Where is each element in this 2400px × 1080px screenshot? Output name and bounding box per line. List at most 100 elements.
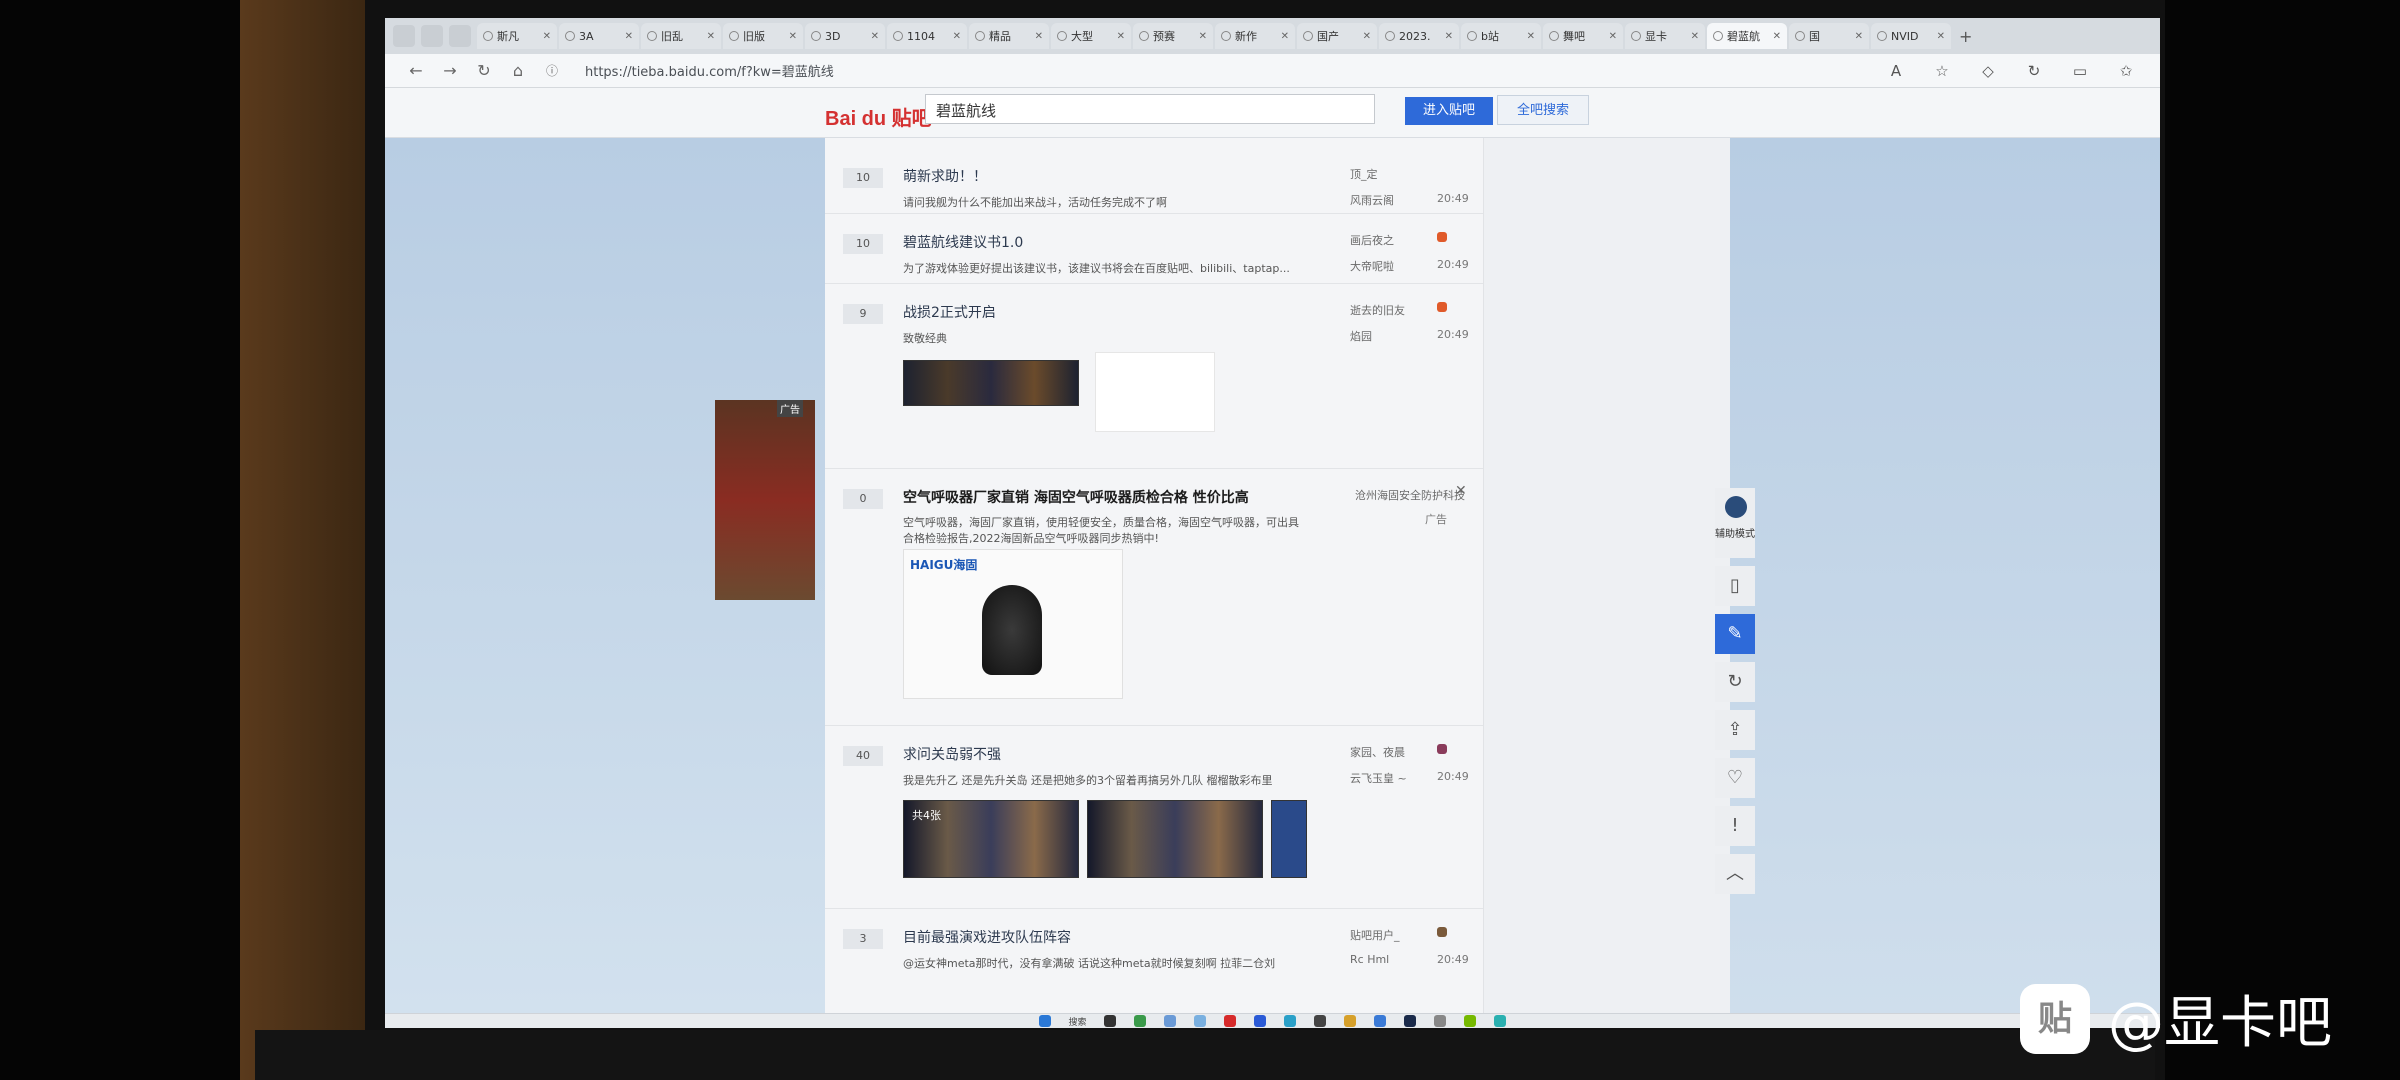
ad-title[interactable]: 空气呼吸器厂家直销 海固空气呼吸器质检合格 性价比高 <box>903 487 1249 507</box>
forward-icon[interactable]: → <box>439 60 461 82</box>
browser-tab[interactable]: 显卡 ✕ <box>1625 23 1705 49</box>
refresh-icon[interactable]: ↻ <box>1715 662 1755 702</box>
thread-title[interactable]: 碧蓝航线建议书1.0 <box>903 232 1023 252</box>
browser-tab[interactable]: 1104 ✕ <box>887 23 967 49</box>
browser-tab[interactable]: 斯凡 ✕ <box>477 23 557 49</box>
start-icon[interactable] <box>1039 1015 1052 1027</box>
favorites-bar-icon[interactable]: ✩ <box>2114 62 2138 80</box>
new-tab-icon[interactable]: + <box>1959 27 1972 46</box>
browser-tab[interactable]: 国 ✕ <box>1789 23 1869 49</box>
refresh-page-icon[interactable]: ↻ <box>2022 62 2046 80</box>
thread-row[interactable]: 10 碧蓝航线建议书1.0 为了游戏体验更好提出该建议书，该建议书将会在百度贴吧… <box>825 214 1483 284</box>
settings-icon[interactable] <box>1433 1015 1446 1027</box>
ad-banner[interactable] <box>715 400 815 600</box>
browser-tab[interactable]: 新作 ✕ <box>1215 23 1295 49</box>
last-reply-user[interactable]: Rc Hml <box>1350 953 1389 966</box>
thread-image[interactable]: 共4张 <box>903 800 1079 878</box>
read-aloud-icon[interactable]: A <box>1884 62 1908 80</box>
thread-row[interactable]: 10 萌新求助！！ 请问我舰为什么不能加出来战斗，活动任务完成不了啊 顶_定 风… <box>825 148 1483 214</box>
profile-icon[interactable] <box>393 25 415 47</box>
tab-close-icon[interactable]: ✕ <box>1523 31 1535 42</box>
favorite-icon[interactable]: ☆ <box>1930 62 1954 80</box>
thread-author[interactable]: 家园、夜晨 <box>1350 744 1405 760</box>
site-info-icon[interactable]: ⓘ <box>541 60 563 82</box>
app-icon[interactable] <box>1223 1015 1236 1027</box>
split-screen-icon[interactable]: ▭ <box>2068 62 2092 80</box>
assist-mode-button[interactable]: 辅助模式 <box>1715 488 1755 558</box>
thread-author[interactable]: 逝去的旧友 <box>1350 302 1405 318</box>
browser-tab[interactable]: NVID ✕ <box>1871 23 1951 49</box>
browser-tab[interactable]: 3D ✕ <box>805 23 885 49</box>
reload-icon[interactable]: ↻ <box>473 60 495 82</box>
tab-close-icon[interactable]: ✕ <box>621 31 633 42</box>
browser-tab[interactable]: 舞吧 ✕ <box>1543 23 1623 49</box>
home-icon[interactable]: ⌂ <box>507 60 529 82</box>
tab-close-icon[interactable]: ✕ <box>703 31 715 42</box>
browser-tab[interactable]: 2023. ✕ <box>1379 23 1459 49</box>
extensions-icon[interactable]: ◇ <box>1976 62 2000 80</box>
workspaces-icon[interactable] <box>421 25 443 47</box>
app-icon[interactable] <box>1253 1015 1266 1027</box>
tab-close-icon[interactable]: ✕ <box>1933 31 1945 42</box>
share-icon[interactable]: ⇪ <box>1715 710 1755 750</box>
ad-image[interactable]: HAIGU海固 <box>903 549 1123 699</box>
thread-title[interactable]: 目前最强演戏进攻队伍阵容 <box>903 927 1071 947</box>
url-field[interactable]: https://tieba.baidu.com/f?kw=碧蓝航线 <box>585 61 834 80</box>
phone-icon[interactable]: ▯ <box>1715 566 1755 606</box>
app-icon[interactable] <box>1133 1015 1146 1027</box>
tab-close-icon[interactable]: ✕ <box>1605 31 1617 42</box>
tab-close-icon[interactable]: ✕ <box>949 31 961 42</box>
enter-tieba-button[interactable]: 进入贴吧 <box>1405 97 1493 125</box>
heart-icon[interactable]: ♡ <box>1715 758 1755 798</box>
tab-actions-icon[interactable] <box>449 25 471 47</box>
tab-close-icon[interactable]: ✕ <box>785 31 797 42</box>
last-reply-user[interactable]: 风雨云阁 <box>1350 192 1394 208</box>
browser-tab[interactable]: 国产 ✕ <box>1297 23 1377 49</box>
thread-image[interactable] <box>1095 352 1215 432</box>
back-icon[interactable]: ← <box>405 60 427 82</box>
thread-row[interactable]: 40 求问关岛弱不强 我是先升乙 还是先升关岛 还是把她多的3个留着再搞另外几队… <box>825 726 1483 909</box>
tab-close-icon[interactable]: ✕ <box>539 31 551 42</box>
last-reply-user[interactable]: 焰园 <box>1350 328 1372 344</box>
tab-close-icon[interactable]: ✕ <box>1769 31 1781 42</box>
browser-tab[interactable]: b站 ✕ <box>1461 23 1541 49</box>
tab-close-icon[interactable]: ✕ <box>1277 31 1289 42</box>
thread-row[interactable]: 3 目前最强演戏进攻队伍阵容 @运女神meta那时代，没有拿满破 话说这种met… <box>825 909 1483 1013</box>
app-icon[interactable] <box>1163 1015 1176 1027</box>
steam-icon[interactable] <box>1403 1015 1416 1027</box>
edge-icon[interactable] <box>1283 1015 1296 1027</box>
thread-title[interactable]: 萌新求助！！ <box>903 166 987 186</box>
ad-close-icon[interactable]: ✕ <box>1455 483 1467 499</box>
tab-close-icon[interactable]: ✕ <box>1851 31 1863 42</box>
tab-close-icon[interactable]: ✕ <box>1031 31 1043 42</box>
nvidia-icon[interactable] <box>1463 1015 1476 1027</box>
thread-title[interactable]: 求问关岛弱不强 <box>903 744 1001 764</box>
app-icon[interactable] <box>1373 1015 1386 1027</box>
browser-tab[interactable]: 旧乱 ✕ <box>641 23 721 49</box>
ad-row[interactable]: 0 空气呼吸器厂家直销 海固空气呼吸器质检合格 性价比高 空气呼吸器，海固厂家直… <box>825 469 1483 726</box>
baidu-tieba-logo[interactable]: Bai du 贴吧 <box>825 102 932 131</box>
tab-close-icon[interactable]: ✕ <box>1359 31 1371 42</box>
browser-tab[interactable]: 预赛 ✕ <box>1133 23 1213 49</box>
browser-tab[interactable]: 3A ✕ <box>559 23 639 49</box>
browser-tab[interactable]: 大型 ✕ <box>1051 23 1131 49</box>
thread-author[interactable]: 顶_定 <box>1350 166 1378 182</box>
tab-close-icon[interactable]: ✕ <box>1113 31 1125 42</box>
tieba-search-input[interactable]: 碧蓝航线 <box>925 94 1375 124</box>
tab-close-icon[interactable]: ✕ <box>1687 31 1699 42</box>
edit-icon[interactable]: ✎ <box>1715 614 1755 654</box>
last-reply-user[interactable]: 大帝呢啦 <box>1350 258 1394 274</box>
taskbar-search[interactable]: 搜索 <box>1068 1015 1086 1028</box>
app-icon[interactable] <box>1103 1015 1116 1027</box>
app-icon[interactable] <box>1343 1015 1356 1027</box>
tab-close-icon[interactable]: ✕ <box>1195 31 1207 42</box>
tab-close-icon[interactable]: ✕ <box>1441 31 1453 42</box>
ad-advertiser[interactable]: 沧州海固安全防护科技 <box>1355 487 1465 503</box>
app-icon[interactable] <box>1193 1015 1206 1027</box>
back-to-top-icon[interactable]: ︿ <box>1715 854 1755 894</box>
thread-author[interactable]: 画后夜之 <box>1350 232 1394 248</box>
browser-tab[interactable]: 旧版 ✕ <box>723 23 803 49</box>
thread-author[interactable]: 贴吧用户_ <box>1350 927 1400 943</box>
app-icon[interactable] <box>1313 1015 1326 1027</box>
thread-title[interactable]: 战损2正式开启 <box>903 302 996 322</box>
